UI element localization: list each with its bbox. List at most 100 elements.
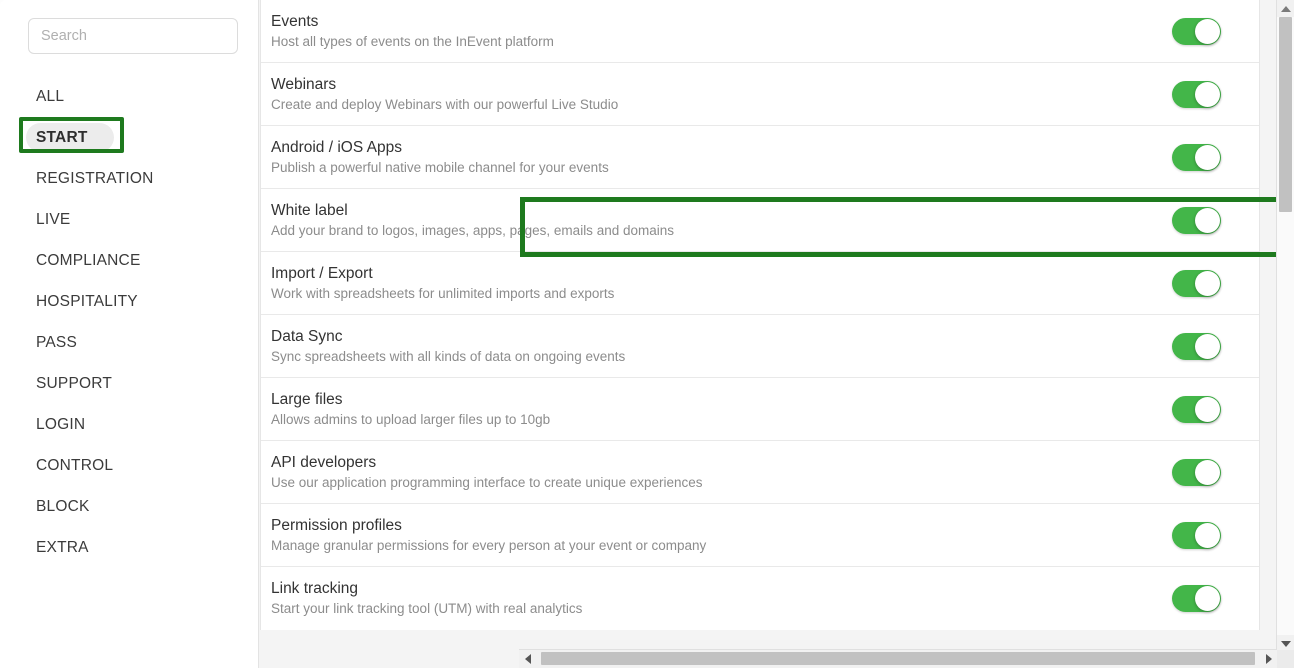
chevron-down-icon <box>1280 640 1291 647</box>
feature-title: Large files <box>271 390 343 408</box>
toggle-knob <box>1195 270 1220 296</box>
sidebar-item-hospitality[interactable]: HOSPITALITY <box>0 281 258 322</box>
toggle-knob <box>1195 207 1220 233</box>
feature-description: Sync spreadsheets with all kinds of data… <box>271 348 626 364</box>
toggle-knob <box>1195 522 1220 548</box>
feature-toggle-switch[interactable] <box>1172 206 1221 234</box>
feature-title: Data Sync <box>271 327 343 345</box>
sidebar-item-compliance[interactable]: COMPLIANCE <box>0 240 258 281</box>
sidebar-item-label: PASS <box>36 333 78 351</box>
toggle-knob <box>1195 333 1220 359</box>
toggle-knob <box>1195 586 1220 611</box>
sidebar-item-extra[interactable]: EXTRA <box>0 527 258 568</box>
sidebar-item-control[interactable]: CONTROL <box>0 445 258 486</box>
toggle-knob <box>1195 459 1220 485</box>
feature-row[interactable]: Permission profiles Manage granular permi… <box>261 504 1259 567</box>
feature-toggle-switch[interactable] <box>1172 521 1221 549</box>
feature-row[interactable]: Android / iOS Apps Publish a powerful nat… <box>261 126 1259 189</box>
feature-description: Manage granular permissions for every pe… <box>271 537 707 553</box>
feature-row[interactable]: Large files Allows admins to upload large… <box>261 378 1259 441</box>
sidebar: ALL START REGISTRATION LIVE COMPLIANCE HOSPIT… <box>0 0 259 668</box>
horizontal-scrollbar[interactable] <box>519 649 1277 668</box>
sidebar-item-block[interactable]: BLOCK <box>0 486 258 527</box>
sidebar-item-support[interactable]: SUPPORT <box>0 363 258 404</box>
feature-row-text: Webinars Create and deploy Webinars with … <box>271 75 1172 114</box>
main-content: Events Host all types of events on the In… <box>259 0 1294 668</box>
feature-row-text: Link tracking Start your link tracking to… <box>271 579 1172 618</box>
feature-description: Work with spreadsheets for unlimited imp… <box>271 285 615 301</box>
sidebar-item-label: ALL <box>36 87 65 105</box>
feature-toggle-switch[interactable] <box>1172 332 1221 360</box>
scrollbar-corner <box>1277 650 1294 668</box>
feature-toggle-switch[interactable] <box>1172 269 1221 297</box>
sidebar-item-label: LOGIN <box>36 415 86 433</box>
chevron-right-icon <box>1265 654 1272 664</box>
chevron-left-icon <box>524 654 531 664</box>
feature-title: Permission profiles <box>271 516 402 534</box>
feature-row-text: Data Sync Sync spreadsheets with all kind… <box>271 327 1172 366</box>
feature-toggle-switch[interactable] <box>1172 585 1221 612</box>
scroll-left-button[interactable] <box>519 650 536 668</box>
scroll-up-button[interactable] <box>1277 0 1294 17</box>
sidebar-item-label: HOSPITALITY <box>36 292 138 310</box>
sidebar-item-registration[interactable]: REGISTRATION <box>0 158 258 199</box>
scroll-right-button[interactable] <box>1260 650 1277 668</box>
feature-description: Publish a powerful native mobile channel… <box>271 159 609 175</box>
sidebar-item-live[interactable]: LIVE <box>0 199 258 240</box>
feature-row[interactable]: Events Host all types of events on the In… <box>261 0 1259 63</box>
feature-row-text: Large files Allows admins to upload large… <box>271 390 1172 429</box>
feature-title: Import / Export <box>271 264 373 282</box>
sidebar-item-label: SUPPORT <box>36 374 113 392</box>
feature-row-text: Android / iOS Apps Publish a powerful nat… <box>271 138 1172 177</box>
feature-row[interactable]: Webinars Create and deploy Webinars with … <box>261 63 1259 126</box>
toggle-knob <box>1195 144 1220 170</box>
feature-row-text: Import / Export Work with spreadsheets fo… <box>271 264 1172 303</box>
toggle-knob <box>1195 396 1220 422</box>
feature-toggle-switch[interactable] <box>1172 458 1221 486</box>
sidebar-item-all[interactable]: ALL <box>0 76 258 117</box>
feature-toggle-switch[interactable] <box>1172 80 1221 108</box>
feature-title: Android / iOS Apps <box>271 138 402 156</box>
feature-title: Events <box>271 12 319 30</box>
sidebar-item-start[interactable]: START <box>0 117 258 158</box>
feature-description: Allows admins to upload larger files up … <box>271 411 551 427</box>
sidebar-item-label: COMPLIANCE <box>36 251 141 269</box>
feature-title: Link tracking <box>271 580 359 597</box>
feature-description: Add your brand to logos, images, apps, p… <box>271 222 674 238</box>
vertical-scrollbar[interactable] <box>1276 0 1294 652</box>
feature-description: Start your link tracking tool (UTM) with… <box>271 601 583 616</box>
search-container <box>0 18 258 54</box>
feature-row-text: Permission profiles Manage granular permi… <box>271 516 1172 555</box>
vertical-scrollbar-thumb[interactable] <box>1279 17 1292 212</box>
feature-toggle-switch[interactable] <box>1172 17 1221 45</box>
feature-title: Webinars <box>271 75 337 93</box>
sidebar-item-label: REGISTRATION <box>36 169 154 187</box>
feature-description: Use our application programming interfac… <box>271 474 703 490</box>
feature-row-text: White label Add your brand to logos, imag… <box>271 201 1172 240</box>
feature-toggle-switch[interactable] <box>1172 395 1221 423</box>
feature-row-text: API developers Use our application progra… <box>271 453 1172 492</box>
feature-row[interactable]: Data Sync Sync spreadsheets with all kind… <box>261 315 1259 378</box>
sidebar-nav: ALL START REGISTRATION LIVE COMPLIANCE HOSPIT… <box>0 76 258 568</box>
feature-toggle-switch[interactable] <box>1172 143 1221 171</box>
sidebar-item-pass[interactable]: PASS <box>0 322 258 363</box>
sidebar-inner: ALL START REGISTRATION LIVE COMPLIANCE HOSPIT… <box>0 0 258 568</box>
sidebar-item-label: START <box>36 128 88 146</box>
sidebar-item-login[interactable]: LOGIN <box>0 404 258 445</box>
feature-title: API developers <box>271 453 377 471</box>
search-input[interactable] <box>28 18 238 54</box>
chevron-up-icon <box>1280 5 1291 12</box>
feature-row[interactable]: API developers Use our application progra… <box>261 441 1259 504</box>
sidebar-item-label: LIVE <box>36 210 71 228</box>
toggle-knob <box>1195 81 1220 107</box>
feature-row[interactable]: White label Add your brand to logos, imag… <box>261 189 1259 252</box>
feature-row[interactable]: Import / Export Work with spreadsheets fo… <box>261 252 1259 315</box>
feature-description: Create and deploy Webinars with our powe… <box>271 96 619 112</box>
horizontal-scrollbar-thumb[interactable] <box>541 652 1255 665</box>
feature-title: White label <box>271 201 348 219</box>
toggle-knob <box>1195 18 1220 44</box>
sidebar-item-label: CONTROL <box>36 456 114 474</box>
sidebar-item-label: EXTRA <box>36 538 89 556</box>
feature-row[interactable]: Link tracking Start your link tracking to… <box>261 567 1259 630</box>
feature-description: Host all types of events on the InEvent … <box>271 33 554 49</box>
